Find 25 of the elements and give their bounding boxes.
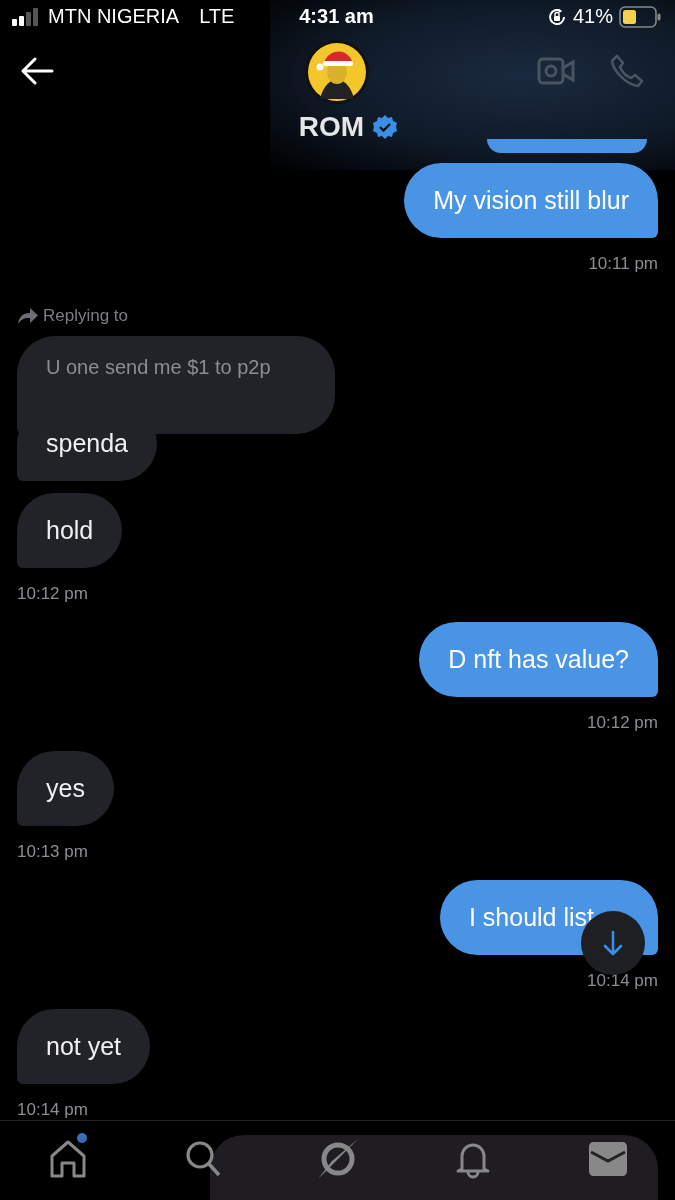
message-bubble: D nft has value?: [419, 621, 658, 697]
message-time: 10:14 pm: [17, 1099, 88, 1120]
message-time: 10:12 pm: [17, 583, 88, 604]
clock-time: 4:31 am: [299, 5, 374, 29]
back-arrow-icon[interactable]: [20, 57, 54, 86]
home-icon[interactable]: [48, 1139, 87, 1180]
battery-icon: [619, 5, 661, 28]
message-bubble: hold: [17, 492, 123, 568]
battery-percent: 41%: [572, 5, 613, 29]
reply-arrow-icon: [17, 306, 39, 325]
message-time: 10:14 pm: [587, 970, 658, 991]
message-bubble: not yet: [17, 1008, 151, 1084]
avatar[interactable]: [304, 39, 371, 106]
mail-icon[interactable]: [588, 1142, 627, 1177]
message-time: 10:13 pm: [17, 841, 88, 862]
replying-label: Replying to: [43, 305, 129, 326]
network-type: LTE: [199, 5, 235, 29]
rotation-lock-icon: [546, 6, 567, 27]
message-time: 10:12 pm: [587, 712, 658, 733]
message-bubble: yes: [17, 750, 114, 826]
quoted-message[interactable]: U one send me $1 to p2p: [17, 335, 335, 434]
message-bubble: My vision still blur: [404, 162, 658, 238]
contact-name[interactable]: ROM: [298, 111, 365, 144]
message-time: 10:11 pm: [588, 253, 658, 274]
carrier-name: MTN NIGERIA: [48, 5, 180, 29]
